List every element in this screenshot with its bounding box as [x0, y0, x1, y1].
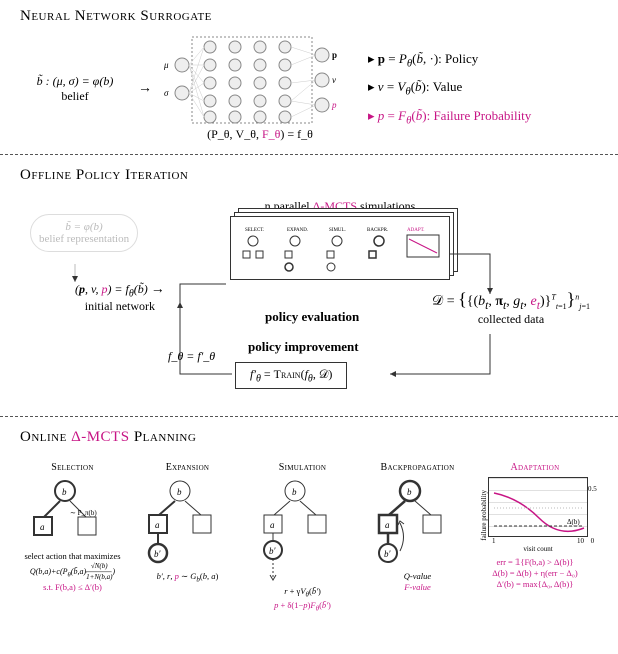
policy-eval-label: policy evaluation	[265, 309, 359, 325]
simulation-block: n parallel Δ-MCTS simulations SELECT. EX…	[230, 199, 450, 288]
selection-tree: b a ∼ P_π(b)	[20, 477, 110, 547]
divider-1	[0, 154, 618, 155]
ytick-05: 0.5	[588, 485, 597, 493]
value-output: ▸ v = Vθ(b̃): Value	[368, 79, 531, 98]
adapt-ylabel: failure probability	[480, 490, 488, 541]
svg-text:SIMUL.: SIMUL.	[329, 228, 346, 233]
section-online-planning: Online Δ-MCTS Planning Selection b a ∼ P…	[0, 421, 618, 622]
belief-repr-box: b̃ = φ(b) belief representation	[30, 214, 138, 252]
selection-title: Selection	[20, 462, 125, 473]
ftheta-update: f_θ = f′_θ	[168, 349, 215, 364]
svg-text:a: a	[385, 520, 390, 530]
ytick-0: 0	[588, 537, 597, 545]
arrow-icon: →	[138, 81, 152, 97]
data-label: collected data	[432, 312, 590, 327]
policy-output: ▸ p = Pθ(b̃, ·): Policy	[368, 51, 531, 70]
p-out: p	[332, 50, 337, 60]
stage-selection: Selection b a ∼ P_π(b) select action tha…	[20, 462, 125, 593]
belief-label: belief	[20, 89, 130, 104]
svg-text:b: b	[407, 487, 412, 497]
mu-label: μ	[163, 60, 169, 70]
simulation-tree: b a b′	[250, 477, 340, 582]
svg-text:b: b	[62, 487, 67, 497]
svg-text:b′: b′	[154, 549, 162, 559]
svg-text:a: a	[270, 520, 275, 530]
belief-eq: b̃ : (μ, σ) = φ(b)	[20, 74, 130, 89]
init-label: initial network	[75, 299, 165, 314]
svg-text:b: b	[292, 487, 297, 497]
selection-constraint: s.t. F(b,a) ≤ Δ′(b)	[20, 582, 125, 593]
svg-text:BACKPR.: BACKPR.	[367, 228, 388, 233]
adaptation-chart: Δ(b)	[488, 477, 588, 537]
mini-mcts-diagram: SELECT. EXPAND. SIMUL. BACKPR.	[230, 216, 450, 280]
simulation-title: Simulation	[250, 462, 355, 473]
v-out: v	[332, 75, 336, 85]
sigma-label: σ	[164, 88, 169, 98]
expansion-tree: b a b′	[135, 477, 225, 567]
nn-caption: (P_θ, V_θ, F_θ) = f_θ	[160, 127, 360, 142]
backprop-tree: b a b′	[365, 477, 455, 567]
svg-text:SELECT.: SELECT.	[245, 228, 264, 233]
adaptation-title: Adaptation	[480, 462, 590, 473]
nn-outputs: ▸ p = Pθ(b̃, ·): Policy ▸ v = Vθ(b̃): Va…	[368, 41, 531, 137]
section2-title: Offline Policy Iteration	[20, 167, 598, 184]
svg-text:b′: b′	[269, 546, 277, 556]
selection-desc: select action that maximizes Q(b,a)+c(Pθ…	[20, 551, 125, 593]
svg-text:a: a	[155, 520, 160, 530]
stage-expansion: Expansion b a b′ b′, r, p ∼ Gb(b, a)	[135, 462, 240, 585]
section1-title: Neural Network Surrogate	[20, 8, 598, 25]
expansion-eq: b′, r, p ∼ Gb(b, a)	[135, 571, 240, 585]
section3-title: Online Δ-MCTS Planning	[20, 429, 598, 446]
sample-label: ∼ P_π(b)	[70, 509, 97, 517]
xtick-1: 1	[492, 537, 496, 545]
xtick-10: 10	[577, 537, 584, 545]
nn-diagram: μ σ p v	[160, 35, 350, 125]
backprop-title: Backpropagation	[365, 462, 470, 473]
collected-data: 𝒟 = {{(bt, πt, gt, et)}Tt=1}nj=1 collect…	[432, 289, 590, 327]
stage-adaptation: Adaptation failure probability Δ(b) 1	[480, 462, 590, 590]
train-box: f′θ = Train(fθ, 𝒟)	[235, 362, 347, 389]
belief-input: b̃ : (μ, σ) = φ(b) belief	[20, 74, 130, 104]
svg-text:EXPAND.: EXPAND.	[287, 228, 308, 233]
section-neural-surrogate: Neural Network Surrogate b̃ : (μ, σ) = φ…	[0, 0, 618, 150]
failure-output: ▸ p = Fθ(b̃): Failure Probability	[368, 108, 531, 127]
adapt-xlabel: visit count	[488, 545, 588, 553]
stage-backprop: Backpropagation b a b′ Q-value F-value	[365, 462, 470, 593]
simulation-eq: r + γVθ(b̃′) p + δ(1−p)Fθ(b̃′)	[250, 586, 355, 614]
svg-text:b′: b′	[384, 549, 392, 559]
belief-repr-label: belief representation	[39, 233, 129, 245]
delta-b-label: Δ(b)	[567, 518, 580, 526]
section-offline-policy: Offline Policy Iteration b̃ = φ(b) belie…	[0, 159, 618, 412]
fp-out: p	[331, 100, 337, 110]
nn-block: μ σ p v	[160, 35, 360, 142]
backprop-eq: Q-value F-value	[365, 571, 470, 593]
initial-network: (p, v, p) = fθ(b̃) → initial network	[75, 282, 165, 314]
policy-improve-label: policy improvement	[248, 339, 359, 355]
svg-text:ADAPT.: ADAPT.	[407, 228, 425, 233]
divider-2	[0, 416, 618, 417]
stage-simulation: Simulation b a b′ r + γVθ(b̃′) p + δ(1−p…	[250, 462, 355, 614]
expansion-title: Expansion	[135, 462, 240, 473]
svg-text:b: b	[177, 487, 182, 497]
svg-text:a: a	[40, 522, 45, 532]
belief-repr-eq: b̃ = φ(b)	[39, 221, 129, 233]
adaptation-eqs: err = 𝟙{F(b,a) > Δ(b)} Δ(b) = Δ(b) + η(e…	[480, 557, 590, 590]
